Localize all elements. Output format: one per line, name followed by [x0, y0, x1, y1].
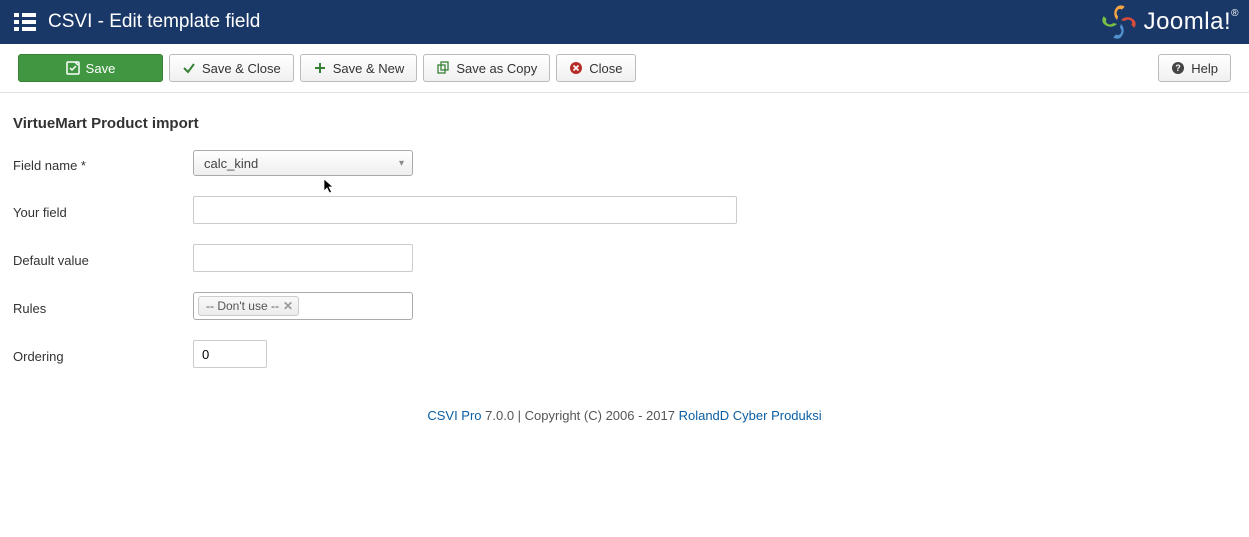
- save-label: Save: [86, 61, 116, 76]
- header-bar: CSVI - Edit template field Joomla!®: [0, 0, 1249, 44]
- apply-icon: [66, 61, 80, 75]
- joomla-logo: Joomla!®: [1100, 3, 1239, 41]
- footer: CSVI Pro 7.0.0 | Copyright (C) 2006 - 20…: [13, 388, 1236, 443]
- rules-multiselect[interactable]: -- Don't use -- ✕: [193, 292, 413, 320]
- page-header-title: CSVI - Edit template field: [48, 11, 260, 33]
- ordering-input[interactable]: [193, 340, 267, 368]
- footer-link-rolandd[interactable]: RolandD Cyber Produksi: [679, 408, 822, 423]
- remove-tag-icon[interactable]: ✕: [283, 299, 293, 313]
- header-left: CSVI - Edit template field: [14, 11, 260, 33]
- question-icon: ?: [1171, 61, 1185, 75]
- field-name-select[interactable]: calc_kind: [193, 150, 413, 176]
- your-field-label: Your field: [13, 201, 193, 220]
- row-default-value: Default value: [13, 244, 1236, 272]
- content: VirtueMart Product import Field name * c…: [0, 93, 1249, 443]
- save-close-button[interactable]: Save & Close: [169, 54, 294, 82]
- field-name-label: Field name *: [13, 154, 193, 173]
- footer-link-csvi[interactable]: CSVI Pro: [427, 408, 481, 423]
- row-your-field: Your field: [13, 196, 1236, 224]
- save-button[interactable]: Save: [18, 54, 163, 82]
- save-new-button[interactable]: Save & New: [300, 54, 418, 82]
- toolbar: Save Save & Close Save & New Save as Cop…: [0, 44, 1249, 93]
- ordering-label: Ordering: [13, 345, 193, 364]
- rules-tag-label: -- Don't use --: [206, 299, 279, 313]
- svg-text:?: ?: [1176, 63, 1182, 73]
- joomla-brand-text: Joomla!®: [1144, 8, 1239, 36]
- default-value-label: Default value: [13, 249, 193, 268]
- help-button[interactable]: ? Help: [1158, 54, 1231, 82]
- row-rules: Rules -- Don't use -- ✕: [13, 292, 1236, 320]
- joomla-mark-icon: [1100, 3, 1138, 41]
- toolbar-right: ? Help: [1158, 54, 1231, 82]
- menu-icon[interactable]: [14, 13, 36, 31]
- field-name-value: calc_kind: [204, 156, 258, 171]
- save-new-label: Save & New: [333, 61, 405, 76]
- check-icon: [182, 61, 196, 75]
- save-close-label: Save & Close: [202, 61, 281, 76]
- row-ordering: Ordering: [13, 340, 1236, 368]
- plus-icon: [313, 61, 327, 75]
- your-field-input[interactable]: [193, 196, 737, 224]
- row-field-name: Field name * calc_kind: [13, 150, 1236, 176]
- close-button[interactable]: Close: [556, 54, 635, 82]
- default-value-input[interactable]: [193, 244, 413, 272]
- rules-label: Rules: [13, 297, 193, 316]
- close-label: Close: [589, 61, 622, 76]
- rules-tag: -- Don't use -- ✕: [198, 296, 299, 316]
- help-label: Help: [1191, 61, 1218, 76]
- cancel-icon: [569, 61, 583, 75]
- save-copy-label: Save as Copy: [456, 61, 537, 76]
- save-copy-button[interactable]: Save as Copy: [423, 54, 550, 82]
- copy-icon: [436, 61, 450, 75]
- toolbar-left: Save Save & Close Save & New Save as Cop…: [18, 54, 636, 82]
- footer-mid: 7.0.0 | Copyright (C) 2006 - 2017: [482, 408, 679, 423]
- page-title: VirtueMart Product import: [13, 115, 1236, 132]
